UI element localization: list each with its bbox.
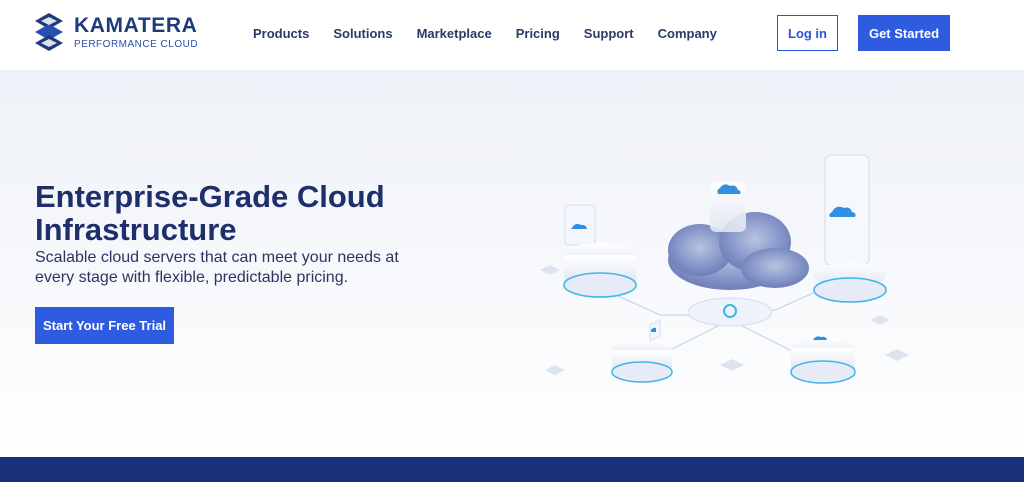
hero-title: Enterprise-Grade Cloud Infrastructure bbox=[35, 179, 385, 247]
free-trial-button[interactable]: Start Your Free Trial bbox=[35, 307, 174, 344]
site-header: KAMATERA PERFORMANCE CLOUD Products Solu… bbox=[0, 0, 1024, 70]
nav-item-products[interactable]: Products bbox=[253, 26, 309, 41]
hero-subtitle: Scalable cloud servers that can meet you… bbox=[35, 249, 399, 286]
get-started-button[interactable]: Get Started bbox=[858, 15, 950, 51]
hero-section: Enterprise-Grade Cloud Infrastructure Sc… bbox=[0, 70, 1024, 457]
nav-item-marketplace[interactable]: Marketplace bbox=[417, 26, 492, 41]
brand-name: KAMATERA bbox=[74, 14, 198, 37]
logo[interactable]: KAMATERA PERFORMANCE CLOUD bbox=[33, 11, 198, 55]
footer-bar bbox=[0, 457, 1024, 482]
brand-tagline: PERFORMANCE CLOUD bbox=[74, 39, 199, 50]
main-nav: Products Solutions Marketplace Pricing S… bbox=[253, 26, 741, 41]
nav-item-pricing[interactable]: Pricing bbox=[516, 26, 560, 41]
login-button[interactable]: Log in bbox=[777, 15, 838, 51]
kamatera-logo-icon bbox=[35, 13, 63, 51]
nav-item-support[interactable]: Support bbox=[584, 26, 634, 41]
nav-item-solutions[interactable]: Solutions bbox=[333, 26, 392, 41]
cloud-network-illustration-icon bbox=[540, 154, 909, 384]
nav-item-company[interactable]: Company bbox=[658, 26, 717, 41]
